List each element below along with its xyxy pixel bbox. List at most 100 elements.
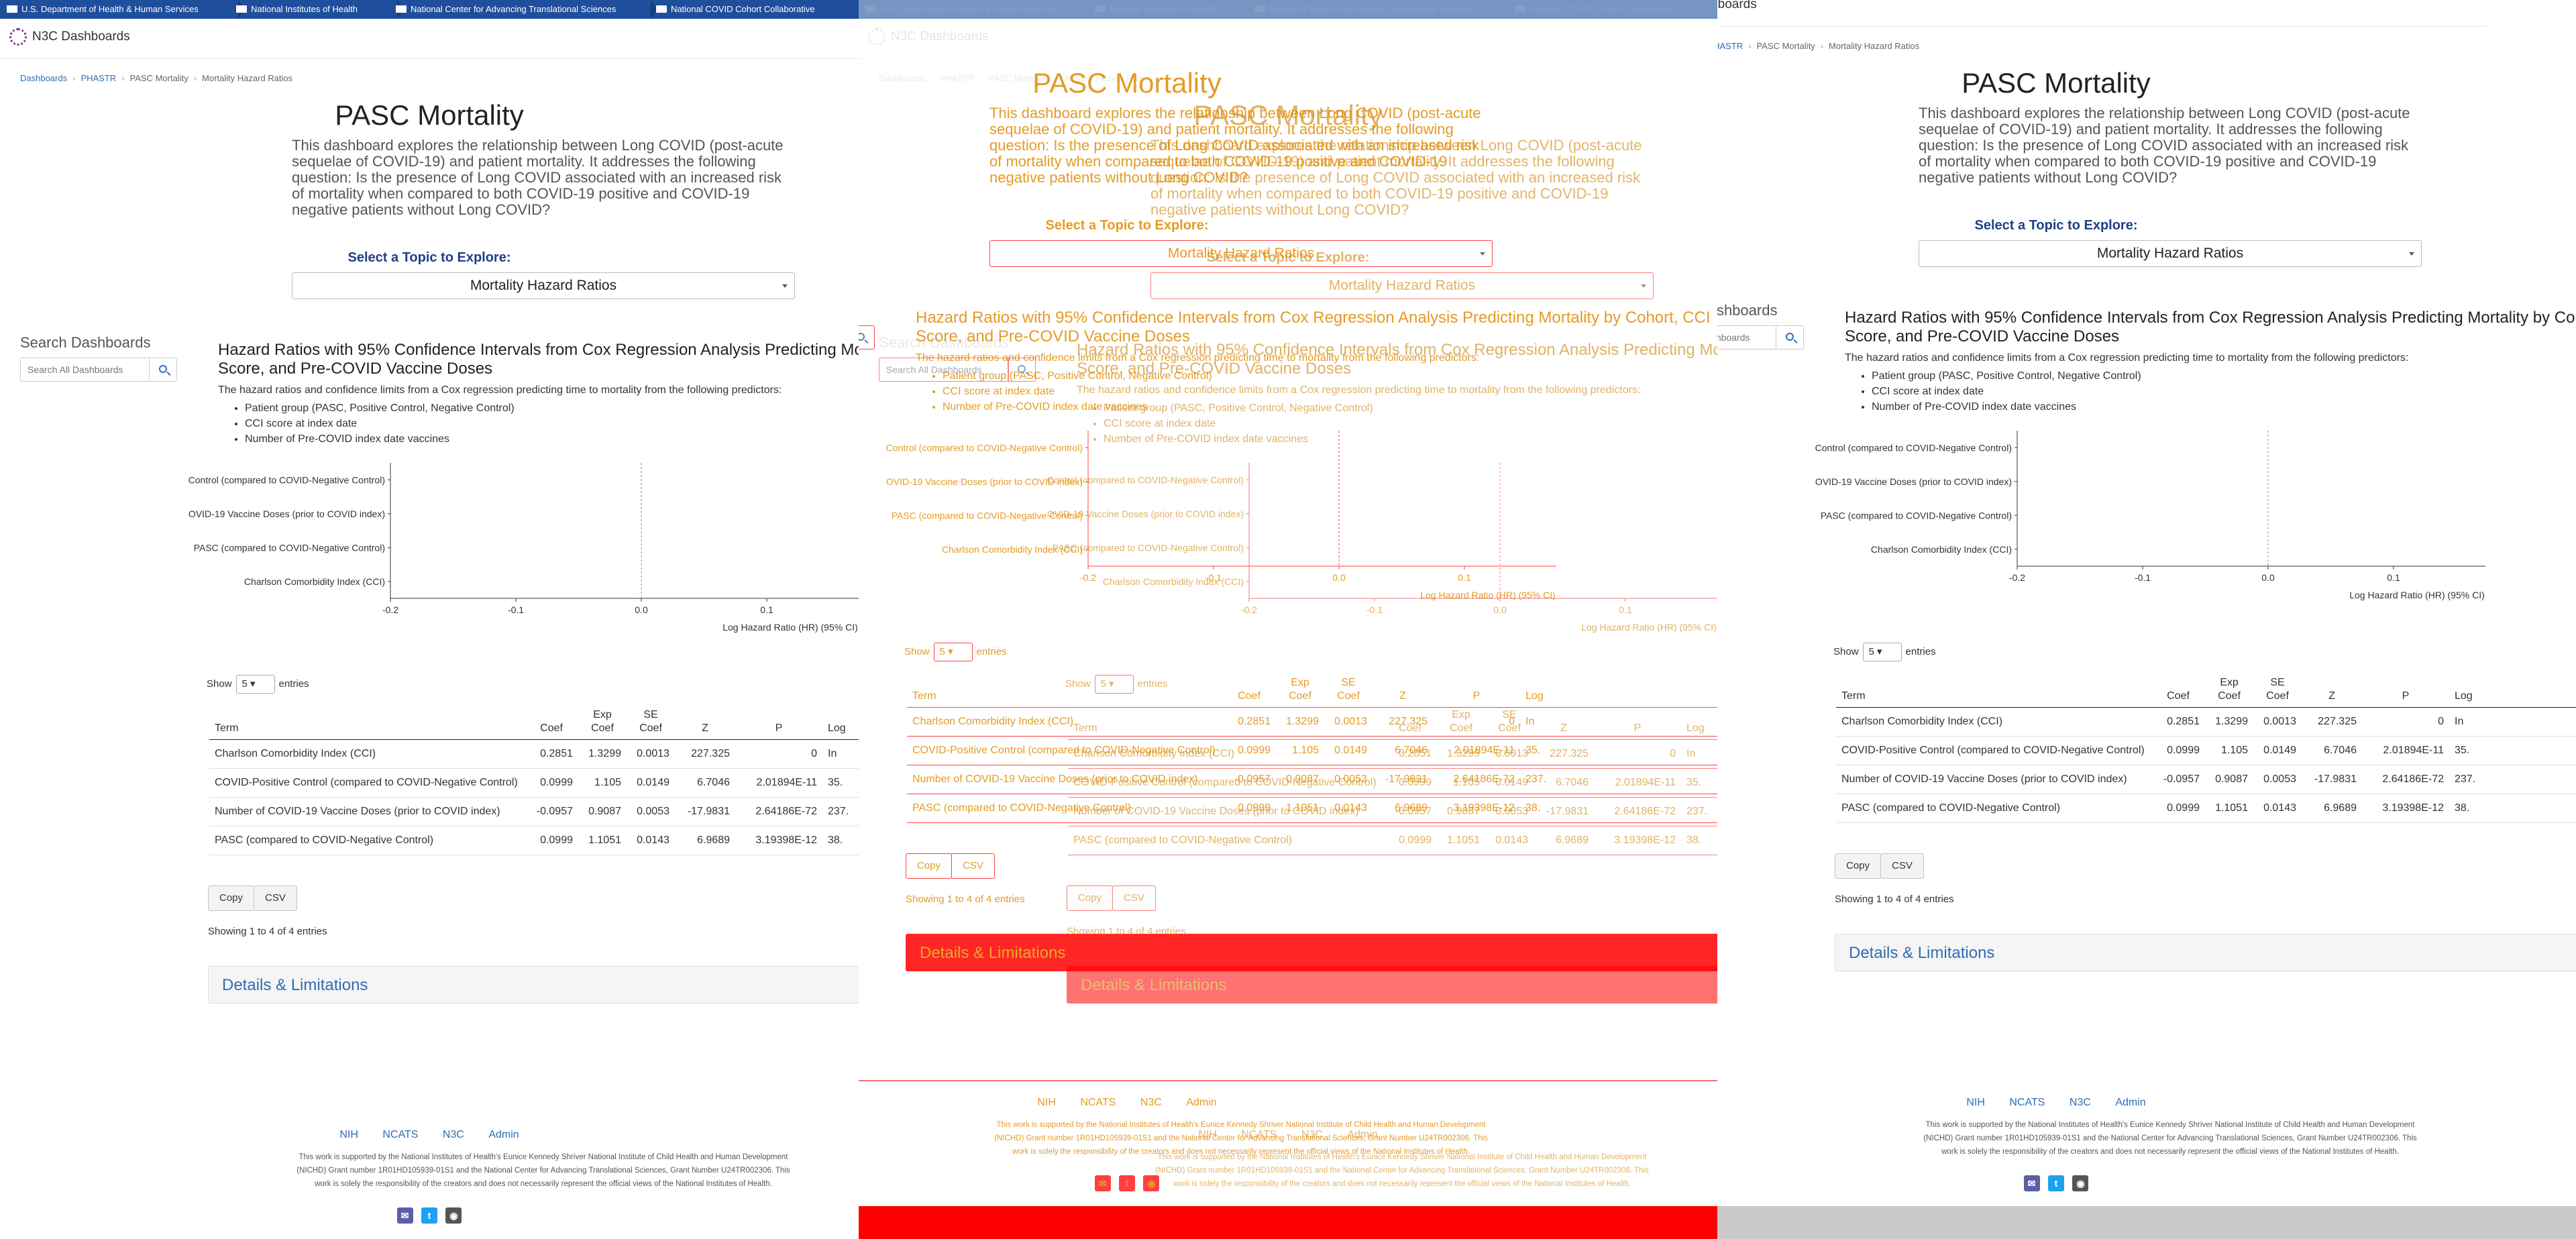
table-row[interactable]: Number of COVID-19 Vaccine Doses (prior … (209, 797, 859, 826)
footer-link-nih[interactable]: NIH (1966, 1097, 1985, 1108)
list-item: CCI score at index date (245, 416, 515, 431)
search-input[interactable] (20, 358, 150, 382)
table-cell-term: PASC (compared to COVID-Negative Control… (1068, 826, 1383, 855)
column-header-term[interactable]: Term (1836, 672, 2151, 708)
column-header-z[interactable]: Z (1534, 704, 1594, 740)
x-tick-label: -0.2 (382, 604, 398, 615)
topic-select[interactable]: Mortality Hazard Ratios (1919, 240, 2422, 267)
topic-select[interactable]: Mortality Hazard Ratios (1150, 272, 1654, 299)
copy-button[interactable]: Copy (1067, 885, 1114, 911)
footer-link-admin[interactable]: Admin (1347, 1129, 1377, 1140)
page-render-diff-aligned: U.S. Department of Health & Human Servic… (859, 0, 1717, 1239)
column-header-z[interactable]: Z (675, 704, 735, 740)
flag-icon (7, 5, 17, 13)
column-header-se-coef[interactable]: SE Coef (2253, 672, 2302, 708)
topic-select[interactable]: Mortality Hazard Ratios (292, 272, 795, 299)
column-header-log[interactable]: Log (2449, 672, 2576, 708)
column-header-coef[interactable]: Coef (1383, 704, 1437, 740)
footer-link-n3c[interactable]: N3C (443, 1129, 464, 1140)
forest-plot: COVID-Positive Control (compared to COVI… (1046, 463, 1717, 633)
footer-link-n3c[interactable]: N3C (2070, 1097, 2091, 1108)
mail-icon[interactable]: ✉ (396, 1207, 413, 1224)
gov-link-n3c[interactable]: National COVID Cohort Collaborative (656, 0, 857, 19)
footer-link-admin[interactable]: Admin (2115, 1097, 2145, 1108)
table-cell-log: 237. (1681, 797, 1717, 826)
gov-link-nih[interactable]: National Institutes of Health (236, 0, 404, 19)
footer-link-admin[interactable]: Admin (488, 1129, 519, 1140)
search-button[interactable] (149, 358, 177, 382)
column-header-exp-coef[interactable]: Exp Coef (1437, 704, 1485, 740)
table-row[interactable]: Charlson Comorbidity Index (CCI) 0.2851 1.… (1068, 739, 1717, 769)
entries-select[interactable]: 5 ▾ (1094, 675, 1134, 694)
table-row[interactable]: Number of COVID-19 Vaccine Doses (prior … (1068, 797, 1717, 826)
table-row[interactable]: Charlson Comorbidity Index (CCI) 0.2851 1.… (1836, 707, 2576, 737)
search-input[interactable] (879, 358, 1009, 382)
entries-select[interactable]: 5 ▾ (1862, 643, 1902, 661)
screenshot-panel-1: U.S. Department of Health & Human Servic… (0, 0, 859, 1239)
entries-select[interactable]: 5 ▾ (235, 675, 275, 694)
breadcrumb-phastr[interactable]: PHASTR (1717, 41, 1743, 51)
column-header-z[interactable]: Z (2302, 672, 2362, 708)
twitter-icon[interactable]: t (2048, 1175, 2064, 1191)
column-header-p[interactable]: P (1594, 704, 1681, 740)
footer-link-ncats[interactable]: NCATS (1241, 1129, 1277, 1140)
footer-link-ncats[interactable]: NCATS (2009, 1097, 2045, 1108)
footer-link-n3c[interactable]: N3C (1301, 1129, 1323, 1140)
footer-link-nih[interactable]: NIH (1198, 1129, 1217, 1140)
footer-link-ncats[interactable]: NCATS (382, 1129, 418, 1140)
breadcrumb-dashboards[interactable]: Dashboards (20, 73, 67, 83)
search-button[interactable] (1008, 358, 1036, 382)
copy-button[interactable]: Copy (1835, 853, 1882, 879)
column-header-log[interactable]: Log (1681, 704, 1717, 740)
chevron-right-icon: › (193, 73, 197, 83)
search-input[interactable] (1717, 325, 1777, 349)
github-icon[interactable]: ◉ (445, 1207, 462, 1224)
details-panel[interactable]: Details & Limitations (1067, 966, 1717, 1004)
site-header (859, 19, 1717, 59)
n3c-logo-icon[interactable] (9, 28, 27, 46)
table-row[interactable]: Charlson Comorbidity Index (CCI) 0.2851 1.… (209, 739, 859, 769)
gov-link-hhs[interactable]: U.S. Department of Health & Human Servic… (7, 0, 245, 19)
github-icon[interactable]: ◉ (2072, 1175, 2089, 1191)
mail-icon[interactable]: ✉ (2023, 1175, 2040, 1191)
table-row[interactable]: PASC (compared to COVID-Negative Control… (1836, 794, 2576, 823)
column-header-p[interactable]: P (735, 704, 822, 740)
search-title: Search Dashboards (20, 334, 151, 351)
copy-button[interactable]: Copy (208, 885, 255, 911)
table-row[interactable]: PASC (compared to COVID-Negative Control… (1068, 826, 1717, 855)
csv-button[interactable]: CSV (254, 885, 297, 911)
gov-link-ncats[interactable]: National Center for Advancing Translatio… (396, 0, 657, 19)
site-title[interactable]: N3C Dashboards (32, 30, 130, 44)
chart-title: Hazard Ratios with 95% Confidence Interv… (1845, 309, 2576, 345)
table-row[interactable]: PASC (compared to COVID-Negative Control… (209, 826, 859, 855)
footer-link-nih[interactable]: NIH (339, 1129, 358, 1140)
column-header-se-coef[interactable]: SE Coef (1485, 704, 1534, 740)
details-panel[interactable]: Details & Limitations (208, 966, 859, 1004)
column-header-p[interactable]: P (2362, 672, 2449, 708)
twitter-icon[interactable]: t (421, 1207, 437, 1224)
table-row[interactable]: COVID-Positive Control (compared to COVI… (1068, 768, 1717, 798)
site-title[interactable]: N3C Dashboards (1717, 0, 1757, 12)
column-header-term[interactable]: Term (209, 704, 525, 740)
csv-button[interactable]: CSV (1880, 853, 1924, 879)
csv-button[interactable]: CSV (1112, 885, 1156, 911)
table-cell-z: -17.9831 (675, 797, 735, 826)
column-header-log[interactable]: Log (822, 704, 859, 740)
entries-control: Show 5 ▾ entries (1833, 643, 1936, 661)
table-row[interactable]: COVID-Positive Control (compared to COVI… (1836, 736, 2576, 765)
column-header-exp-coef[interactable]: Exp Coef (2205, 672, 2253, 708)
details-panel[interactable]: Details & Limitations (1835, 934, 2576, 971)
y-tick-label: Charlson Comorbidity Index (CCI) (1871, 544, 2012, 555)
column-header-coef[interactable]: Coef (525, 704, 578, 740)
results-table: Term Coef Exp Coef SE Coef Z P Log Charl… (209, 704, 859, 855)
search-button[interactable] (1776, 325, 1804, 349)
column-header-coef[interactable]: Coef (2151, 672, 2205, 708)
breadcrumb-pasc-mortality[interactable]: PASC Mortality (130, 73, 189, 83)
column-header-se-coef[interactable]: SE Coef (627, 704, 675, 740)
column-header-term[interactable]: Term (1068, 704, 1383, 740)
breadcrumb-phastr[interactable]: PHASTR (80, 73, 116, 83)
table-row[interactable]: Number of COVID-19 Vaccine Doses (prior … (1836, 765, 2576, 794)
column-header-exp-coef[interactable]: Exp Coef (578, 704, 627, 740)
table-row[interactable]: COVID-Positive Control (compared to COVI… (209, 768, 859, 798)
breadcrumb-pasc-mortality[interactable]: PASC Mortality (1757, 41, 1815, 51)
